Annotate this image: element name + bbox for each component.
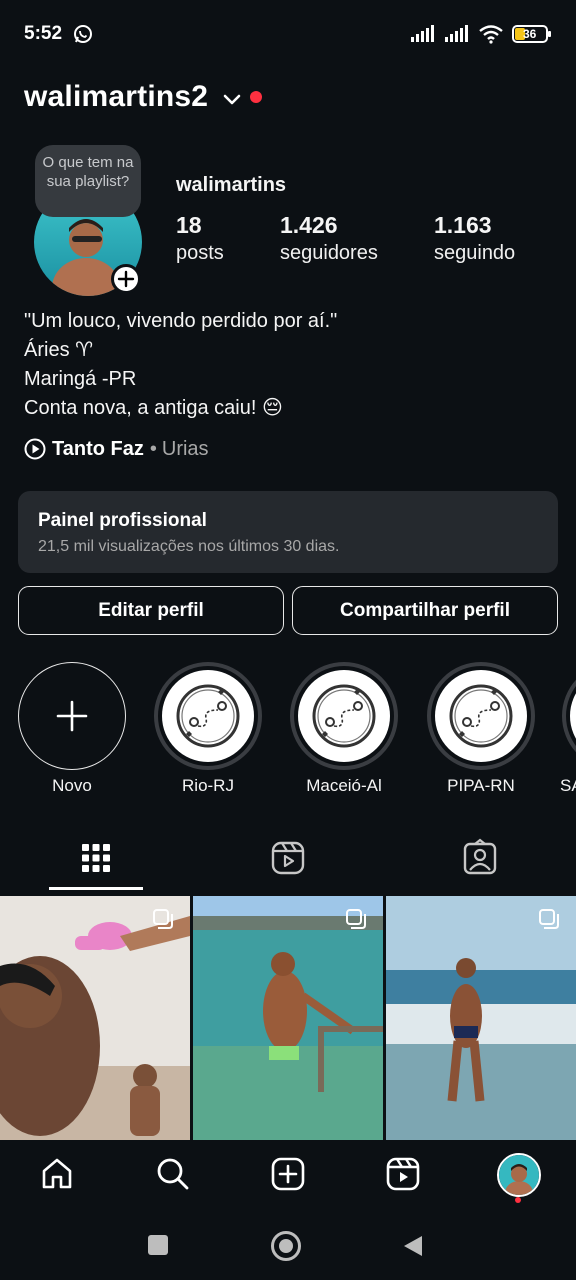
multiple-posts-icon [153,909,173,929]
profile-music[interactable]: Tanto Faz • Urias [24,435,209,463]
grid-icon[interactable] [76,838,116,878]
status-icons: 36 [410,24,551,44]
play-circle-icon [24,438,46,460]
back-icon[interactable] [402,1234,424,1258]
profile-avatar[interactable] [497,1153,541,1197]
highlight-label: Rio-RJ [182,776,234,795]
highlight-rio-rj[interactable]: Rio-RJ [153,662,263,795]
bio-line: Maringá -PR [24,368,137,390]
share-profile-button[interactable]: Compartilhar perfil [292,586,558,635]
stat-label: posts [176,242,224,264]
signal-icon [445,25,468,42]
professional-dashboard[interactable]: Painel profissional 21,5 mil visualizaçõ… [18,491,558,573]
stat-following[interactable]: 1.163 seguindo [434,212,515,265]
post-image [193,896,383,1140]
post-thumbnail[interactable] [386,896,576,1140]
map-route-icon [449,684,513,748]
stat-posts[interactable]: 18 posts [176,212,224,265]
search-icon[interactable] [155,1156,191,1192]
highlight-label: SA [560,776,576,795]
active-tab-indicator [49,887,143,890]
post-image [386,896,576,1140]
profile-header: walimartins2 [0,70,576,126]
post-thumbnail[interactable] [193,896,383,1140]
home-button[interactable] [271,1231,301,1261]
edit-profile-button[interactable]: Editar perfil [18,586,284,635]
multiple-posts-icon [539,909,559,929]
add-story-button[interactable] [111,264,141,294]
dashboard-title: Painel profissional [38,510,207,531]
bio-line: "Um louco, vivendo perdido por aí." [24,310,338,332]
wifi-icon [479,25,503,44]
whatsapp-icon [74,25,92,43]
highlight-maceio-al[interactable]: Maceió-Al [289,662,399,795]
post-thumbnail[interactable] [0,896,190,1140]
highlight-label: Maceió-Al [306,776,382,795]
highlight-ring [427,662,535,770]
display-name: walimartins [176,174,287,196]
avatar-photo [499,1155,539,1195]
dashboard-subtitle: 21,5 mil visualizações nos últimos 30 di… [38,538,340,555]
home-icon[interactable] [39,1156,75,1192]
highlight-ring [562,662,576,770]
bio-line: Conta nova, a antiga caiu! 😔 [24,397,283,419]
highlight-ring [290,662,398,770]
highlight-new[interactable]: Novo [17,662,127,795]
post-image [0,896,190,1140]
system-navigation-bar [0,1210,576,1280]
stat-label: seguidores [280,242,378,264]
reels-icon[interactable] [385,1156,421,1192]
stat-value: 18 [176,212,202,238]
plus-icon [117,270,135,288]
tagged-icon[interactable] [460,838,500,878]
highlight-ring [154,662,262,770]
reels-icon[interactable] [268,838,308,878]
chevron-down-icon[interactable] [221,88,243,110]
create-icon[interactable] [270,1156,306,1192]
highlight-label: Novo [52,776,92,795]
multiple-posts-icon [346,909,366,929]
battery-level: 36 [523,27,537,41]
stat-followers[interactable]: 1.426 seguidores [280,212,378,265]
recents-button[interactable] [148,1235,168,1255]
stat-value: 1.426 [280,212,338,238]
music-separator: • [149,437,157,460]
status-bar: 5:52 36 [0,0,576,68]
notification-dot [250,91,262,103]
stat-label: seguindo [434,242,516,264]
signal-icon [411,25,434,42]
battery-icon: 36 [512,25,551,43]
note-bubble[interactable]: O que tem na sua playlist? [35,145,141,217]
bio-line: Áries ♈ [24,339,94,361]
notification-dot [515,1197,521,1203]
plus-icon [56,700,88,732]
music-artist: Urias [161,437,209,460]
stat-value: 1.163 [434,212,492,238]
bio: "Um louco, vivendo perdido por aí." Árie… [24,307,337,423]
account-switcher-username[interactable]: walimartins2 [24,80,208,114]
highlight-pipa-rn[interactable]: PIPA-RN [426,662,536,795]
highlight-ring [18,662,126,770]
status-time: 5:52 [24,23,63,44]
map-route-icon [176,684,240,748]
map-route-icon [312,684,376,748]
highlight-sa[interactable]: SA [560,662,576,812]
music-song: Tanto Faz [52,437,144,460]
highlight-label: PIPA-RN [447,776,515,795]
